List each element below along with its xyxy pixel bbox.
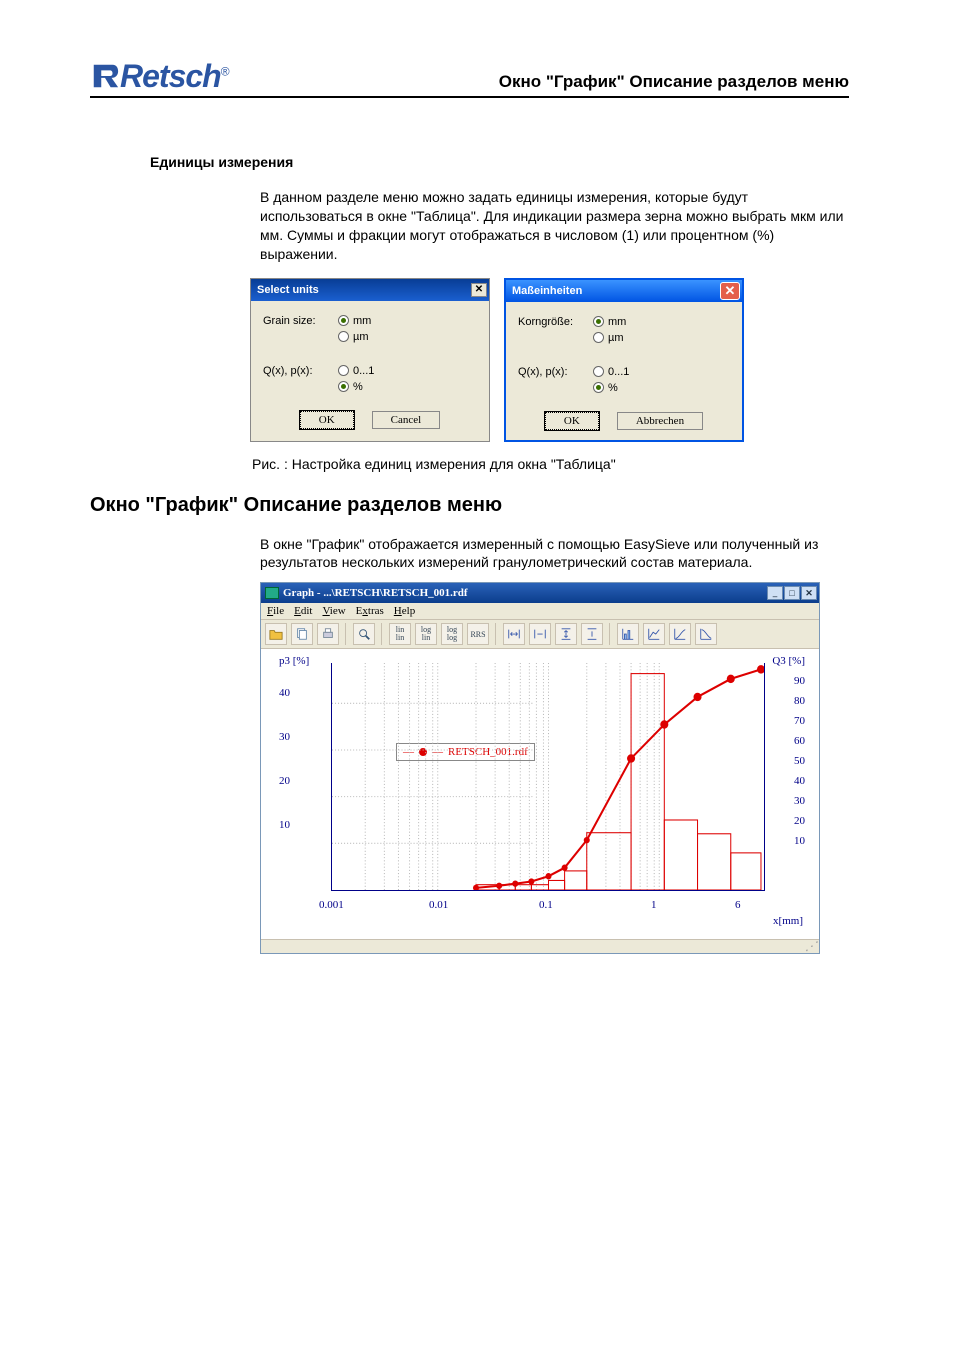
app-icon <box>265 587 279 599</box>
radio-percent[interactable]: % <box>593 382 618 394</box>
radio-um[interactable]: µm <box>593 332 624 344</box>
y-left-tick: 40 <box>279 687 290 699</box>
dialog-title: Select units <box>257 284 319 296</box>
plot-svg <box>332 663 765 890</box>
chart-type-cum-icon[interactable] <box>669 623 691 645</box>
label-qx-px: Q(x), p(x): <box>263 365 338 377</box>
ok-button[interactable]: OK <box>300 411 354 429</box>
radio-mm[interactable]: mm <box>338 315 371 327</box>
y-right-tick: 60 <box>794 735 805 747</box>
graph-window-title: Graph - ...\RETSCH\RETSCH_001.rdf <box>283 587 468 599</box>
cancel-button[interactable]: Cancel <box>372 411 441 429</box>
dialog-title: Maßeinheiten <box>512 285 582 297</box>
y-left-tick: 30 <box>279 731 290 743</box>
scale-loglin-button[interactable]: loglin <box>415 623 437 645</box>
autoscale-x2-icon[interactable] <box>529 623 551 645</box>
page-header-title: Окно "График" Описание разделов меню <box>499 72 849 92</box>
radio-01[interactable]: 0...1 <box>338 365 374 377</box>
radio-um[interactable]: µm <box>338 331 369 343</box>
x-tick: 0.1 <box>539 899 553 911</box>
y-right-tick: 30 <box>794 795 805 807</box>
autoscale-y2-icon[interactable] <box>581 623 603 645</box>
x-tick: 0.001 <box>319 899 344 911</box>
y-left-tick: 20 <box>279 775 290 787</box>
cancel-button[interactable]: Abbrechen <box>617 412 703 430</box>
y-right-title: Q3 [%] <box>772 655 805 667</box>
minimize-icon[interactable]: _ <box>767 586 783 600</box>
ok-button[interactable]: OK <box>545 412 599 430</box>
print-icon[interactable] <box>317 623 339 645</box>
status-bar: ⋰ <box>261 939 819 953</box>
menu-help[interactable]: Help <box>394 605 415 617</box>
close-icon[interactable]: ✕ <box>801 586 817 600</box>
section-paragraph: В данном разделе меню можно задать едини… <box>260 188 849 264</box>
radio-mm[interactable]: mm <box>593 316 626 328</box>
y-left-title: p3 [%] <box>279 655 309 667</box>
scale-rrs-button[interactable]: RRS <box>467 623 489 645</box>
zoom-icon[interactable] <box>353 623 375 645</box>
maximize-icon[interactable]: □ <box>784 586 800 600</box>
plot-area: p3 [%] 40 30 20 10 Q3 [%] 90 80 70 60 50… <box>261 649 819 939</box>
x-tick: 6 <box>735 899 741 911</box>
heading-graph-window: Окно "График" Описание разделов меню <box>90 494 849 517</box>
chart-type-bar-icon[interactable] <box>617 623 639 645</box>
y-right-tick: 40 <box>794 775 805 787</box>
x-axis-unit: x[mm] <box>773 915 803 927</box>
y-right-tick: 10 <box>794 835 805 847</box>
close-icon[interactable]: ✕ <box>720 282 740 300</box>
y-right-tick: 20 <box>794 815 805 827</box>
menu-extras[interactable]: Extras <box>356 605 384 617</box>
autoscale-x-icon[interactable] <box>503 623 525 645</box>
graph-window: Graph - ...\RETSCH\RETSCH_001.rdf _ □ ✕ … <box>260 582 820 954</box>
open-icon[interactable] <box>265 623 287 645</box>
chart-type-cum2-icon[interactable] <box>695 623 717 645</box>
brand-text: Retsch <box>120 58 221 94</box>
x-tick: 1 <box>651 899 657 911</box>
y-right-tick: 70 <box>794 715 805 727</box>
section-title: Единицы измерения <box>150 154 849 170</box>
paragraph-graph-intro: В окне "График" отображается измеренный … <box>260 535 849 573</box>
scale-linlin-button[interactable]: linlin <box>389 623 411 645</box>
scale-loglog-button[interactable]: loglog <box>441 623 463 645</box>
y-right-tick: 80 <box>794 695 805 707</box>
y-right-tick: 90 <box>794 675 805 687</box>
y-right-tick: 50 <box>794 755 805 767</box>
brand-logo: Retsch® <box>90 60 229 92</box>
label-grain-size: Grain size: <box>263 315 338 327</box>
y-left-tick: 10 <box>279 819 290 831</box>
chart-type-line-icon[interactable] <box>643 623 665 645</box>
figure-caption: Рис. : Настройка единиц измерения для ок… <box>252 456 849 472</box>
menu-view[interactable]: View <box>322 605 345 617</box>
label-qx-px: Q(x), p(x): <box>518 366 593 378</box>
resize-grip-icon[interactable]: ⋰ <box>805 939 817 951</box>
menu-edit[interactable]: Edit <box>294 605 312 617</box>
toolbar: linlin loglin loglog RRS <box>261 620 819 649</box>
radio-percent[interactable]: % <box>338 381 363 393</box>
menu-bar: File Edit View Extras Help <box>261 603 819 620</box>
autoscale-y-icon[interactable] <box>555 623 577 645</box>
radio-01[interactable]: 0...1 <box>593 366 629 378</box>
x-tick: 0.01 <box>429 899 448 911</box>
copy-icon[interactable] <box>291 623 313 645</box>
dialog-select-units-de: Maßeinheiten ✕ Korngröße: mm µm Q(x), p(… <box>504 278 744 442</box>
menu-file[interactable]: File <box>267 605 284 617</box>
dialog-select-units-en: Select units ✕ Grain size: mm µm Q(x), p… <box>250 278 490 442</box>
label-korngroesse: Korngröße: <box>518 316 593 328</box>
close-icon[interactable]: ✕ <box>471 283 487 297</box>
